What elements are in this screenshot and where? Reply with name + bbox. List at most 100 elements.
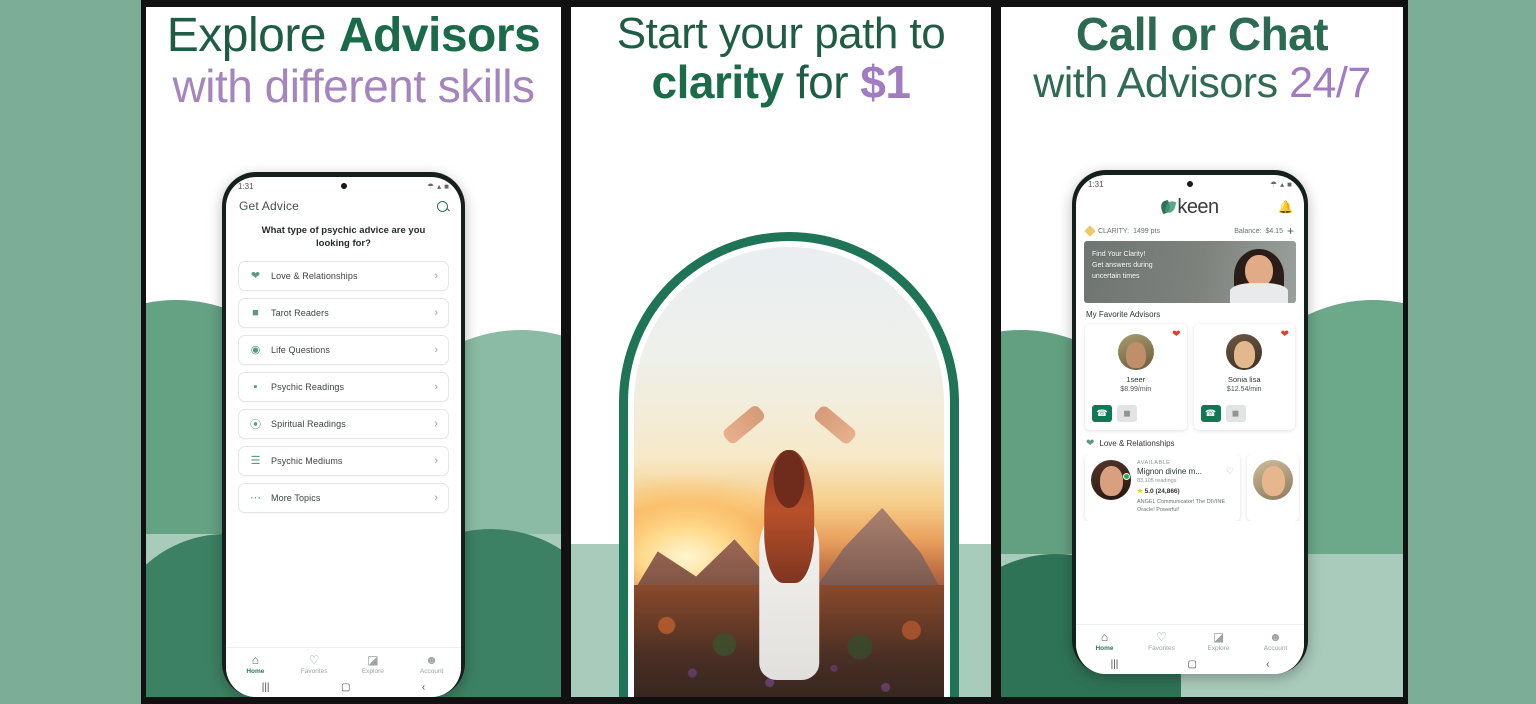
tab-account[interactable]: ☻ Account — [1247, 630, 1304, 652]
favorite-advisor-card[interactable]: ❤ 1seer $8.99/min ☎ ◼ — [1085, 324, 1187, 430]
advisor-rate: $12.54/min — [1226, 386, 1262, 393]
home-icon: ⌂ — [1100, 630, 1109, 644]
cards-icon: ▪ — [253, 380, 258, 393]
android-nav-bar: ||| ▢ ‹ — [226, 678, 461, 697]
favorites-section-title: My Favorite Advisors — [1086, 310, 1161, 319]
panel-call-or-chat: Call or Chat with Advisors 24/7 1:31 ☂ ▴… — [996, 0, 1408, 704]
topic-label: Life Questions — [271, 344, 330, 355]
tab-favorites[interactable]: ♡ Favorites — [1133, 630, 1190, 652]
advisor-name: Mignon divine m... — [1137, 467, 1202, 476]
back-button[interactable]: ‹ — [422, 682, 425, 693]
panel-headline: Start your path to clarity for $1 — [571, 0, 991, 107]
avatar — [1091, 460, 1131, 500]
phone-icon[interactable]: ☎ — [1092, 405, 1112, 422]
chat-icon[interactable]: ◼ — [1225, 405, 1246, 422]
account-icon: ☻ — [1269, 630, 1282, 644]
headline-clarity: clarity — [651, 55, 785, 108]
heart-filled-icon[interactable]: ❤ — [1281, 329, 1289, 340]
headline-line-1: Start your path to — [616, 9, 946, 58]
app-bar: Get Advice — [226, 193, 461, 221]
status-bar: 1:31 ☂ ▴ ■ — [226, 177, 461, 193]
favorites-row: ❤ 1seer $8.99/min ☎ ◼ ❤ Sonia lisa $12.5… — [1076, 324, 1304, 430]
topic-tarot-readers[interactable]: ■ Tarot Readers › — [238, 297, 449, 328]
review-count: (24,866) — [1155, 488, 1180, 495]
promo-banner-text: Find Your Clarity! Get answers during un… — [1092, 250, 1153, 283]
compass-icon: ◪ — [1212, 630, 1225, 644]
tab-explore[interactable]: ◪ Explore — [344, 653, 403, 675]
phone-mockup-advisors: 1:31 ☂ ▴ ■ Get Advice What type of psych… — [222, 172, 465, 697]
topic-psychic-readings[interactable]: ▪ Psychic Readings › — [238, 371, 449, 402]
headline-plain: Explore — [166, 9, 339, 62]
tab-home[interactable]: ⌂ Home — [1076, 630, 1133, 652]
favorite-advisor-card[interactable]: ❤ Sonia lisa $12.54/min ☎ ◼ — [1193, 324, 1295, 430]
status-icons: ☂ ▴ ■ — [427, 182, 449, 191]
woman-arms-raised-sunset-photo — [634, 247, 944, 704]
back-button[interactable]: ‹ — [1266, 659, 1269, 670]
advisor-card[interactable]: AVAILABLE Mignon divine m... ♡ 83,105 re… — [1085, 454, 1240, 521]
topic-love-relationships[interactable]: ❤ Love & Relationships › — [238, 260, 449, 291]
recents-button[interactable]: ||| — [1111, 659, 1119, 670]
advisor-description: ANGEL Communicator! The DIVINE Oracle! P… — [1137, 499, 1226, 514]
tab-label: Account — [419, 668, 444, 675]
promo-line-3: uncertain times — [1092, 272, 1140, 280]
headline-price: $1 — [860, 55, 911, 108]
balance-group[interactable]: Balance: $4.15 + — [1234, 225, 1294, 237]
clarity-value: 1499 pts — [1133, 227, 1160, 235]
topic-spiritual-readings[interactable]: ⦿ Spiritual Readings › — [238, 408, 449, 439]
bell-icon[interactable]: 🔔 — [1278, 200, 1293, 214]
advisor-carousel[interactable]: AVAILABLE Mignon divine m... ♡ 83,105 re… — [1076, 454, 1304, 521]
panel-top-edge — [571, 0, 991, 7]
home-button[interactable]: ▢ — [341, 682, 350, 693]
chevron-right-icon: › — [434, 269, 438, 282]
android-nav-bar: ||| ▢ ‹ — [1076, 655, 1304, 674]
home-button[interactable]: ▢ — [1187, 659, 1196, 670]
tab-home[interactable]: ⌂ Home — [226, 653, 285, 675]
headline-line-2: with Advisors 24/7 — [1001, 59, 1403, 106]
heart-icon: ♡ — [1156, 630, 1167, 644]
status-bar: 1:31 ☂ ▴ ■ — [1076, 175, 1304, 191]
advisor-rate: $8.99/min — [1120, 386, 1152, 393]
panel-bottom-edge — [571, 697, 991, 704]
battery-icon: ■ — [1287, 180, 1292, 189]
recents-button[interactable]: ||| — [262, 682, 270, 693]
tab-explore[interactable]: ◪ Explore — [1190, 630, 1247, 652]
tab-account[interactable]: ☻ Account — [402, 653, 461, 675]
panel-explore-advisors: Explore Advisors with different skills 1… — [141, 0, 566, 704]
phone-screen: 1:31 ☂ ▴ ■ keen 🔔 CLARITY: 1499 pts Bala… — [1076, 175, 1304, 674]
contact-buttons: ☎ ◼ — [1200, 405, 1289, 422]
topic-label: Psychic Mediums — [271, 455, 343, 466]
chat-icon[interactable]: ◼ — [1117, 405, 1137, 422]
crystal-ball-icon: ◉ — [250, 344, 261, 357]
wifi-icon: ☂ — [426, 182, 435, 191]
topic-label: Love & Relationships — [271, 270, 358, 281]
tab-label: Explore — [1207, 645, 1230, 652]
left-background-fill — [0, 0, 141, 704]
heart-filled-icon[interactable]: ❤ — [1172, 329, 1180, 340]
search-icon[interactable] — [437, 200, 448, 212]
body — [1230, 283, 1288, 303]
compass-icon: ◪ — [367, 653, 379, 667]
chevron-right-icon: › — [434, 306, 438, 319]
headline-line-2: clarity for $1 — [571, 55, 991, 108]
heart-outline-icon[interactable]: ♡ — [1226, 466, 1234, 477]
panel-clarity-offer: Start your path to clarity for $1 — [566, 0, 996, 704]
arch-photo-frame — [619, 232, 959, 704]
panel-bottom-edge — [146, 697, 561, 704]
ellipsis-icon: ⋯ — [250, 492, 261, 505]
plus-icon[interactable]: + — [1287, 225, 1294, 237]
star-icon: ★ — [1137, 488, 1143, 495]
keen-leaf-logo — [1161, 201, 1176, 215]
topic-more-topics[interactable]: ⋯ More Topics › — [238, 482, 449, 513]
advisor-card-next-partial[interactable] — [1247, 454, 1299, 521]
phone-icon[interactable]: ☎ — [1200, 405, 1221, 422]
topic-psychic-mediums[interactable]: ☰ Psychic Mediums › — [238, 445, 449, 476]
chevron-right-icon: › — [434, 380, 438, 393]
promo-banner[interactable]: Find Your Clarity! Get answers during un… — [1084, 241, 1296, 303]
aura-icon: ☰ — [250, 455, 261, 468]
topic-life-questions[interactable]: ◉ Life Questions › — [238, 334, 449, 365]
brand-name: keen — [1177, 196, 1219, 218]
heart-leaf-icon: ❤ — [1086, 438, 1095, 449]
tab-favorites[interactable]: ♡ Favorites — [285, 653, 344, 675]
